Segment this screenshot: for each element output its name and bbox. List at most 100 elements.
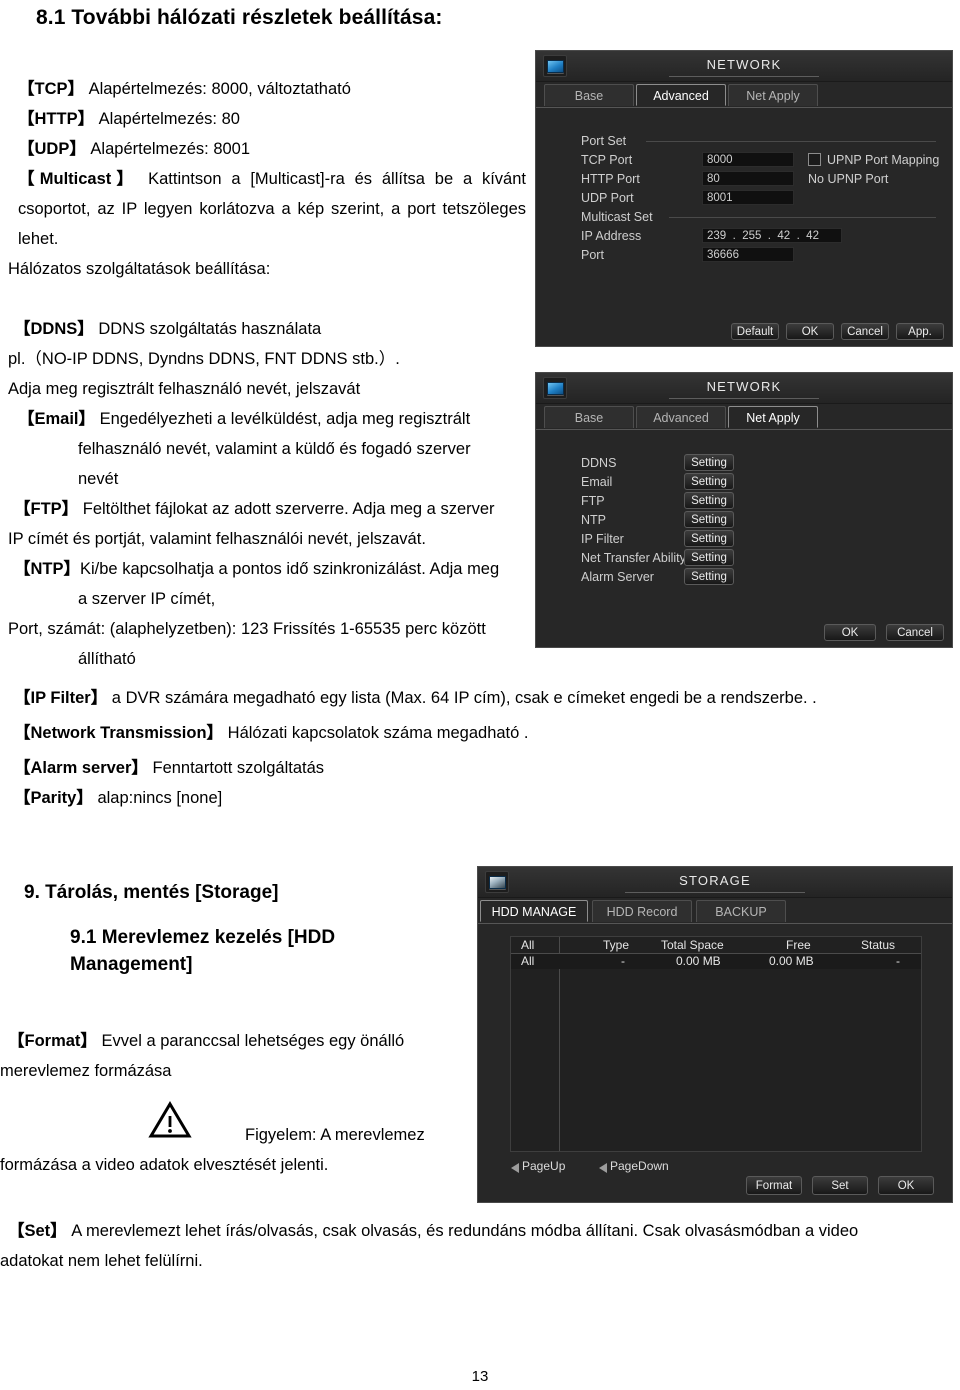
format-button[interactable]: Format [746, 1176, 802, 1195]
set-key: 【Set】 [8, 1222, 67, 1240]
cell-free: 0.00 MB [769, 954, 814, 968]
ddns-examples-line: pl.（NO-IP DDNS, Dyndns DDNS, FNT DDNS st… [8, 350, 400, 368]
page-title-8-1: 8.1 További hálózati részletek beállítás… [36, 6, 443, 29]
group-multicast-set-label: Multicast Set [581, 210, 653, 224]
tab-hdd-manage[interactable]: HDD MANAGE [480, 900, 588, 922]
tab-base[interactable]: Base [544, 406, 634, 428]
ip-filter-setting-button[interactable]: Setting [684, 530, 734, 547]
tab-net-apply[interactable]: Net Apply [728, 84, 818, 106]
no-upnp-port-status: No UPNP Port [808, 172, 889, 186]
storage-ok-button[interactable]: OK [878, 1176, 934, 1195]
row-label-ftp: FTP [581, 494, 605, 508]
ddns-register-line: Adja meg regisztrált felhasználó nevét, … [8, 380, 361, 398]
tab-hdd-record[interactable]: HDD Record [592, 900, 692, 922]
multicast-ip-input[interactable]: 239 . 255 . 42 . 42 [702, 228, 842, 243]
email-key: 【Email】 [18, 410, 96, 428]
alarm-server-line: 【Alarm server】 Fenntartott szolgáltatás [14, 753, 324, 783]
http-key: 【HTTP】 [18, 110, 95, 128]
tcp-value-text: Alapértelmezés: 8000, változtatható [84, 80, 351, 98]
udp-line: 【UDP】 Alapértelmezés: 8001 [18, 134, 250, 164]
group-port-set-rule [646, 141, 936, 142]
ntp-line-2: a szerver IP címét, [78, 590, 216, 608]
ddns-setting-button[interactable]: Setting [684, 454, 734, 471]
email-body: Engedélyezheti a levélküldést, adja meg … [95, 410, 471, 428]
udp-port-label: UDP Port [581, 191, 634, 205]
tab-advanced[interactable]: Advanced [636, 406, 726, 428]
app-button[interactable]: App. [896, 323, 944, 340]
cell-status: - [896, 954, 900, 968]
multicast-port-label: Port [581, 248, 604, 262]
ftp-line-2: IP címét és portját, valamint felhasznál… [8, 530, 426, 548]
upnp-port-mapping-checkbox[interactable] [808, 153, 821, 166]
network-netapply-dialog: NETWORK Base Advanced Net Apply DDNS Set… [535, 372, 953, 648]
ntp-body: Ki/be kapcsolhatja a pontos idő szinkron… [80, 560, 500, 578]
title-underline [625, 892, 805, 893]
tcp-port-input[interactable]: 8000 [702, 152, 794, 167]
email-setting-button[interactable]: Setting [684, 473, 734, 490]
parity-body: alap:nincs [none] [92, 789, 223, 807]
ip-filter-key: 【IP Filter】 [14, 689, 108, 707]
row-label-ddns: DDNS [581, 456, 617, 470]
set-line-2: adatokat nem lehet felülírni. [0, 1252, 203, 1270]
upnp-port-mapping-label: UPNP Port Mapping [827, 153, 940, 167]
tab-advanced[interactable]: Advanced [636, 84, 726, 106]
network-advanced-dialog: NETWORK Base Advanced Net Apply Port Set… [535, 50, 953, 347]
default-button[interactable]: Default [731, 323, 779, 340]
cell-all: All [521, 954, 535, 968]
ntp-key: 【NTP】 [14, 560, 80, 578]
cancel-button[interactable]: Cancel [886, 624, 944, 641]
tab-base[interactable]: Base [544, 84, 634, 106]
pageup-arrow-icon [511, 1163, 519, 1173]
ftp-line: 【FTP】 Feltölthet fájlokat az adott szerv… [14, 494, 495, 524]
multicast-key: 【Multicast】 [18, 170, 139, 188]
heading-9-1-line1: 9.1 Merevlemez kezelés [HDD [70, 927, 336, 948]
ntp-setting-button[interactable]: Setting [684, 511, 734, 528]
pagedown-button[interactable]: PageDown [610, 1159, 669, 1173]
email-line: 【Email】 Engedélyezheti a levélküldést, a… [18, 404, 470, 434]
ok-button[interactable]: OK [786, 323, 834, 340]
heading-9-1-line2: Management] [70, 954, 193, 975]
page-number: 13 [471, 1368, 489, 1385]
row-label-ip-filter: IP Filter [581, 532, 624, 546]
email-line-3: nevét [78, 470, 119, 488]
network-transmission-line: 【Network Transmission】 Hálózati kapcsola… [14, 718, 528, 748]
col-header-total-space: Total Space [661, 938, 724, 952]
set-body: A merevlemezt lehet írás/olvasás, csak o… [71, 1222, 859, 1240]
ddns-key: 【DDNS】 [14, 320, 94, 338]
set-line: 【Set】 A merevlemezt lehet írás/olvasás, … [8, 1216, 958, 1246]
network-transmission-key: 【Network Transmission】 [14, 724, 224, 742]
format-line: 【Format】 Evvel a paranccsal lehetséges e… [8, 1026, 464, 1056]
http-port-input[interactable]: 80 [702, 171, 794, 186]
row-label-email: Email [581, 475, 613, 489]
row-label-alarm-server: Alarm Server [581, 570, 654, 584]
ip-dot-2: . [764, 230, 775, 242]
udp-port-input[interactable]: 8001 [702, 190, 794, 205]
table-column-divider [559, 937, 560, 1151]
ntp-line-4: állítható [78, 650, 136, 668]
tcp-line: 【TCP】 Alapértelmezés: 8000, változtathat… [18, 74, 351, 104]
set-button[interactable]: Set [812, 1176, 868, 1195]
net-transfer-ability-setting-button[interactable]: Setting [684, 549, 734, 566]
cell-total-space: 0.00 MB [676, 954, 721, 968]
ok-button[interactable]: OK [824, 624, 876, 641]
network-advanced-tabs: Base Advanced Net Apply [536, 84, 952, 108]
multicast-port-input[interactable]: 36666 [702, 247, 794, 262]
pagedown-arrow-icon [599, 1163, 607, 1173]
pageup-button[interactable]: PageUp [522, 1159, 565, 1173]
storage-dialog: STORAGE HDD MANAGE HDD Record BACKUP All… [477, 866, 953, 1203]
ip-octet-1: 239 [707, 230, 727, 242]
ddns-line: 【DDNS】 DDNS szolgáltatás használata [14, 314, 321, 344]
cancel-button[interactable]: Cancel [841, 323, 889, 340]
http-value-text: Alapértelmezés: 80 [94, 110, 240, 128]
ftp-setting-button[interactable]: Setting [684, 492, 734, 509]
tab-net-apply[interactable]: Net Apply [728, 406, 818, 428]
table-row[interactable]: All - 0.00 MB 0.00 MB - [511, 954, 921, 969]
alarm-server-setting-button[interactable]: Setting [684, 568, 734, 585]
network-netapply-titlebar: NETWORK [536, 373, 952, 404]
http-port-label: HTTP Port [581, 172, 640, 186]
format-body: Evvel a paranccsal lehetséges egy önálló [101, 1032, 405, 1050]
ntp-line-3: Port, számát: (alaphelyzetben): 123 Fris… [8, 620, 486, 638]
tab-backup[interactable]: BACKUP [696, 900, 786, 922]
network-netapply-tabs: Base Advanced Net Apply [536, 406, 952, 430]
storage-tabs: HDD MANAGE HDD Record BACKUP [478, 900, 952, 924]
